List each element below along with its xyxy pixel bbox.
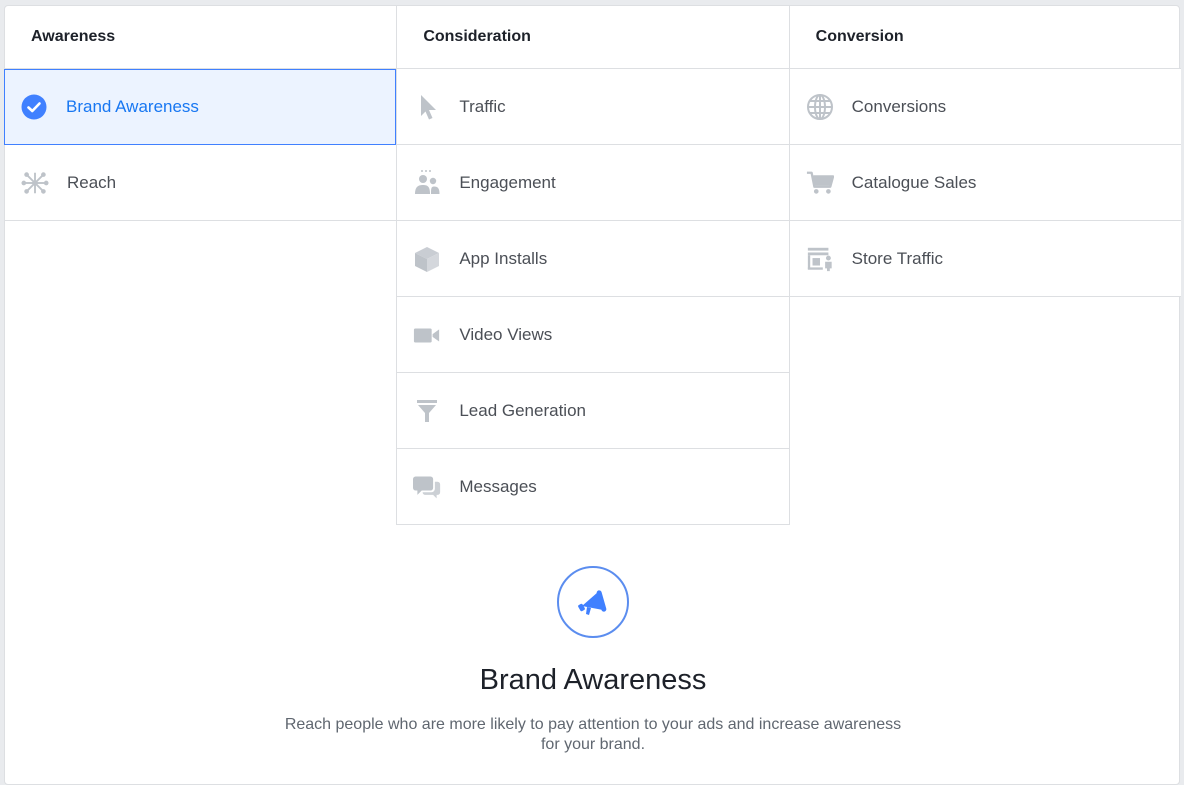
people-icon	[413, 169, 441, 197]
objective-lead-generation[interactable]: Lead Generation	[397, 373, 789, 449]
objective-label: Engagement	[459, 172, 556, 192]
objective-app-installs[interactable]: App Installs	[397, 221, 789, 297]
funnel-icon	[413, 397, 441, 425]
video-camera-icon	[413, 321, 441, 349]
objective-label: Conversions	[851, 96, 947, 116]
objective-reach[interactable]: Reach	[5, 145, 397, 221]
shopping-cart-icon	[806, 169, 834, 197]
cursor-icon	[413, 93, 441, 121]
objective-label: Messages	[459, 476, 537, 496]
store-icon	[806, 245, 834, 273]
box-icon	[413, 245, 441, 273]
objective-grid: Awareness Brand Awareness Reach Consider…	[4, 6, 1181, 525]
objective-traffic[interactable]: Traffic	[397, 69, 789, 145]
detail-description: Reach people who are more likely to pay …	[284, 716, 902, 753]
chat-bubbles-icon	[413, 473, 441, 501]
awareness-column: Awareness Brand Awareness Reach	[4, 6, 397, 525]
objective-label: Traffic	[459, 96, 506, 116]
consideration-column: Consideration Traffic Engagement App Ins…	[396, 6, 790, 525]
objective-label: Reach	[67, 172, 117, 192]
objective-panel: Awareness Brand Awareness Reach Consider…	[4, 5, 1181, 785]
objective-brand-awareness[interactable]: Brand Awareness	[4, 69, 397, 145]
objective-catalogue-sales[interactable]: Catalogue Sales	[789, 145, 1181, 221]
objective-engagement[interactable]: Engagement	[397, 145, 789, 221]
awareness-header: Awareness	[5, 6, 397, 69]
objective-label: Video Views	[459, 324, 553, 344]
reach-network-icon	[21, 169, 49, 197]
objective-store-traffic[interactable]: Store Traffic	[789, 221, 1181, 297]
check-circle-icon	[20, 93, 48, 121]
consideration-header: Consideration	[397, 6, 789, 69]
conversion-header: Conversion	[789, 6, 1181, 69]
objective-detail: Brand Awareness Reach people who are mor…	[5, 566, 1181, 755]
objective-label: App Installs	[459, 248, 548, 268]
objective-label: Lead Generation	[459, 400, 586, 420]
conversion-column: Conversion Conversions Catalogue Sales S…	[789, 6, 1181, 525]
globe-icon	[806, 93, 834, 121]
megaphone-icon	[557, 566, 629, 638]
objective-messages[interactable]: Messages	[397, 449, 789, 525]
objective-conversions[interactable]: Conversions	[789, 69, 1181, 145]
objective-label: Catalogue Sales	[851, 172, 977, 192]
objective-label: Brand Awareness	[66, 96, 199, 116]
objective-label: Store Traffic	[851, 248, 943, 268]
detail-title: Brand Awareness	[479, 664, 707, 696]
objective-video-views[interactable]: Video Views	[397, 297, 789, 373]
